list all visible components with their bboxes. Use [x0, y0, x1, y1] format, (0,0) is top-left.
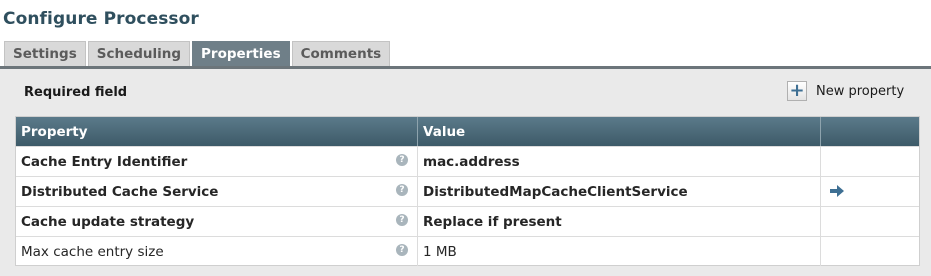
help-icon[interactable]: ?	[396, 154, 408, 166]
required-field-label: Required field	[24, 85, 128, 100]
plus-icon[interactable]: +	[787, 81, 807, 101]
property-name: Max cache entry size	[16, 237, 418, 266]
actions-cell	[821, 207, 919, 236]
new-property-button[interactable]: + New property	[787, 81, 904, 101]
table-row[interactable]: Cache Entry Identifier ? mac.address	[16, 146, 919, 176]
table-row[interactable]: Max cache entry size ? 1 MB	[16, 236, 919, 266]
help-icon[interactable]: ?	[396, 214, 408, 226]
property-value[interactable]: mac.address	[418, 147, 821, 176]
dialog-title: Configure Processor	[3, 9, 199, 29]
new-property-label: New property	[816, 83, 905, 99]
properties-panel: Required field + New property Property V…	[0, 69, 931, 276]
help-icon[interactable]: ?	[396, 244, 408, 256]
property-name: Cache Entry Identifier	[16, 147, 418, 176]
actions-cell	[821, 237, 919, 266]
property-value[interactable]: Replace if present	[418, 207, 821, 236]
column-header-value[interactable]: Value	[418, 117, 821, 146]
table-header: Property Value	[16, 117, 919, 146]
table-row[interactable]: Cache update strategy ? Replace if prese…	[16, 206, 919, 236]
property-value[interactable]: 1 MB	[418, 237, 821, 266]
property-value[interactable]: DistributedMapCacheClientService	[418, 177, 821, 206]
column-header-actions	[821, 117, 919, 146]
table-row[interactable]: Distributed Cache Service ? DistributedM…	[16, 176, 919, 206]
actions-cell	[821, 147, 919, 176]
property-name: Distributed Cache Service	[16, 177, 418, 206]
tab-comments[interactable]: Comments	[291, 41, 391, 66]
help-icon[interactable]: ?	[396, 184, 408, 196]
tab-bar: Settings Scheduling Properties Comments	[4, 41, 391, 67]
tab-scheduling[interactable]: Scheduling	[87, 41, 191, 66]
tab-properties[interactable]: Properties	[192, 41, 290, 66]
column-header-property[interactable]: Property	[16, 117, 418, 146]
tab-settings[interactable]: Settings	[4, 41, 86, 66]
property-name: Cache update strategy	[16, 207, 418, 236]
arrow-right-icon[interactable]	[829, 184, 845, 198]
dialog-header: Configure Processor	[0, 0, 931, 40]
properties-table: Property Value Cache Entry Identifier ? …	[15, 116, 920, 266]
